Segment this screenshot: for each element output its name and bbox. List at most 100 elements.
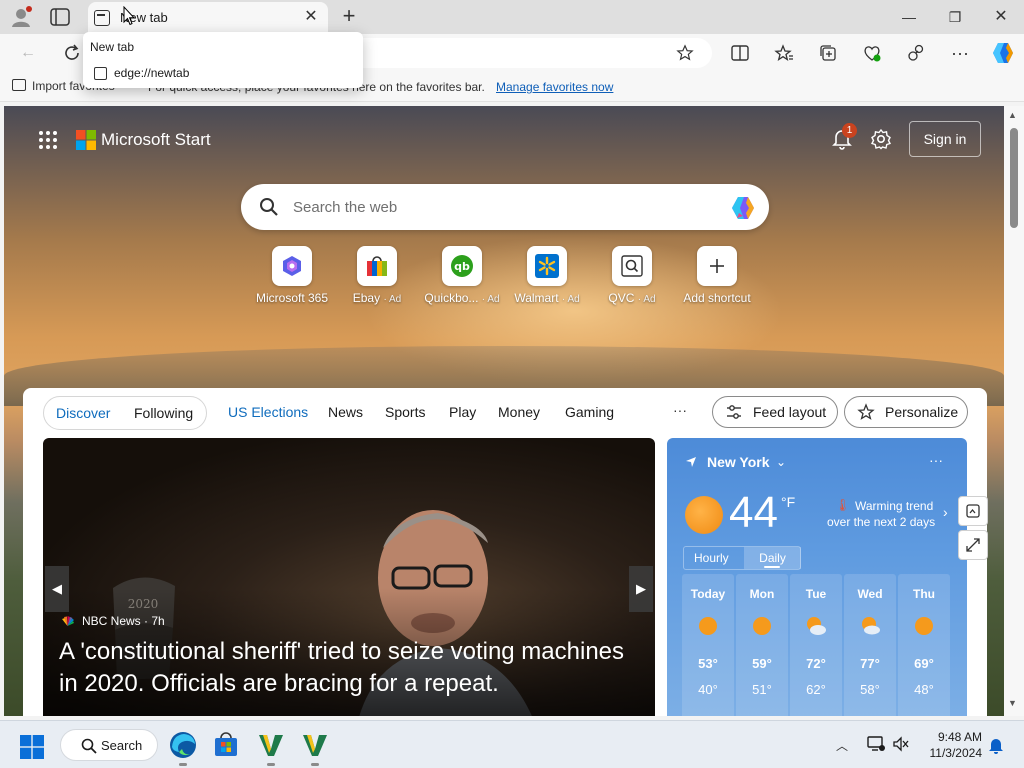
news-feed: Discover Following US Elections News Spo… bbox=[23, 388, 987, 716]
location-chevron-down-icon[interactable]: ⌄ bbox=[776, 455, 786, 469]
clock-date[interactable]: 11/3/2024 bbox=[920, 746, 983, 760]
sun-icon bbox=[685, 496, 723, 534]
minimize-button[interactable]: — bbox=[894, 6, 924, 28]
scrollbar-thumb[interactable] bbox=[1010, 128, 1018, 228]
feed-layout-label: Feed layout bbox=[753, 404, 827, 420]
app-v-icon[interactable] bbox=[299, 729, 331, 761]
network-icon[interactable] bbox=[866, 735, 886, 753]
copilot-search-icon[interactable] bbox=[729, 194, 757, 222]
hero-prev-button[interactable]: ◀ bbox=[45, 566, 69, 612]
forecast-day[interactable]: Today 53° 40° bbox=[682, 574, 734, 716]
forecast-day[interactable]: Mon 59° 51° bbox=[736, 574, 788, 716]
shortcut-tile bbox=[272, 246, 312, 286]
extensions-icon[interactable] bbox=[906, 43, 926, 63]
tab-play[interactable]: Play bbox=[449, 404, 476, 420]
app-v-icon[interactable] bbox=[255, 729, 287, 761]
refresh-icon[interactable] bbox=[62, 43, 82, 63]
forecast-high: 53° bbox=[698, 656, 718, 671]
tab-close-icon[interactable]: ✕ bbox=[302, 8, 320, 26]
sunny-icon bbox=[915, 617, 933, 635]
split-screen-icon[interactable] bbox=[730, 43, 750, 63]
edge-browser-icon[interactable] bbox=[167, 729, 199, 761]
tab-following[interactable]: Following bbox=[134, 405, 193, 421]
clock-time[interactable]: 9:48 AM bbox=[920, 730, 982, 744]
more-options-icon[interactable]: ··· bbox=[950, 43, 970, 63]
tab-money[interactable]: Money bbox=[498, 404, 540, 420]
expand-button[interactable] bbox=[958, 530, 988, 560]
tab-sports[interactable]: Sports bbox=[385, 404, 425, 420]
restore-button[interactable]: ❐ bbox=[940, 6, 970, 28]
favorite-star-icon[interactable] bbox=[676, 44, 694, 62]
partly-cloudy-icon bbox=[862, 617, 880, 635]
tab-gaming[interactable]: Gaming bbox=[565, 404, 614, 420]
shortcut-add[interactable]: Add shortcut bbox=[672, 246, 762, 310]
tooltip-page-icon bbox=[94, 67, 107, 80]
volume-muted-icon[interactable] bbox=[892, 735, 910, 753]
collections-icon[interactable] bbox=[818, 43, 838, 63]
location-arrow-icon bbox=[686, 457, 696, 467]
notification-bell-icon[interactable] bbox=[988, 736, 1004, 754]
hero-age: · 7h bbox=[144, 614, 165, 628]
shortcut-ebay[interactable]: Ebay · Ad bbox=[332, 246, 422, 310]
taskbar-search-label: Search bbox=[101, 738, 143, 753]
page-scrollbar[interactable]: ▲ ▼ bbox=[1004, 106, 1024, 716]
weather-card[interactable]: New York ⌄ ··· 44 °F 🌡 Warming trend ove… bbox=[667, 438, 967, 716]
tab-discover[interactable]: Discover bbox=[56, 405, 110, 421]
shortcut-quickbooks[interactable]: qb Quickbo... · Ad bbox=[417, 246, 507, 310]
shortcut-tile: qb bbox=[442, 246, 482, 286]
hero-news-card[interactable]: 2020 ◀ ▶ NBC News · 7h A 'c bbox=[43, 438, 655, 716]
weather-trend-title: Warming trend bbox=[855, 499, 934, 513]
apps-grid-icon[interactable] bbox=[38, 130, 58, 150]
back-icon[interactable]: ← bbox=[18, 43, 38, 63]
nav-more-button[interactable]: ··· bbox=[673, 402, 687, 418]
save-page-button[interactable] bbox=[958, 496, 988, 526]
hero-next-button[interactable]: ▶ bbox=[629, 566, 653, 612]
copilot-icon[interactable] bbox=[990, 40, 1016, 66]
tab-actions-icon[interactable] bbox=[50, 8, 70, 26]
settings-gear-icon[interactable] bbox=[870, 128, 892, 150]
new-tab-button[interactable]: + bbox=[338, 5, 360, 27]
forecast-day[interactable]: Tue 72° 62° bbox=[790, 574, 842, 716]
hero-headline[interactable]: A 'constitutional sheriff' tried to seiz… bbox=[59, 636, 639, 700]
qvc-icon bbox=[621, 255, 643, 277]
windows-start-icon[interactable] bbox=[20, 735, 44, 759]
feed-layout-button[interactable]: Feed layout bbox=[712, 396, 838, 428]
manage-favorites-link[interactable]: Manage favorites now bbox=[496, 80, 613, 94]
tab-us-elections[interactable]: US Elections bbox=[228, 404, 308, 420]
weather-more-icon[interactable]: ··· bbox=[929, 452, 943, 468]
search-input[interactable] bbox=[293, 194, 713, 220]
scroll-down-icon[interactable]: ▼ bbox=[1008, 698, 1017, 708]
forecast-tabs: Hourly Daily bbox=[683, 546, 801, 570]
shortcut-microsoft-365[interactable]: Microsoft 365 bbox=[247, 246, 337, 310]
scroll-up-icon[interactable]: ▲ bbox=[1008, 110, 1017, 120]
tab-news[interactable]: News bbox=[328, 404, 363, 420]
forecast-day-name: Mon bbox=[749, 587, 775, 601]
taskbar-search[interactable]: Search bbox=[60, 729, 158, 761]
tab-daily[interactable]: Daily bbox=[744, 547, 801, 569]
brand-title[interactable]: Microsoft Start bbox=[101, 130, 211, 150]
favorites-icon[interactable] bbox=[774, 43, 794, 63]
shortcut-tile bbox=[612, 246, 652, 286]
browser-essentials-icon[interactable] bbox=[862, 43, 882, 63]
shortcut-label: Microsoft 365 bbox=[247, 291, 337, 305]
thermometer-icon: 🌡 bbox=[835, 498, 851, 512]
tab-hourly[interactable]: Hourly bbox=[694, 551, 729, 565]
shortcut-walmart[interactable]: Walmart · Ad bbox=[502, 246, 592, 310]
personalize-button[interactable]: Personalize bbox=[844, 396, 968, 428]
weather-location[interactable]: New York bbox=[707, 454, 770, 470]
shortcut-label: Walmart · Ad bbox=[502, 291, 592, 305]
close-window-button[interactable]: ✕ bbox=[986, 6, 1016, 28]
expand-icon bbox=[966, 538, 980, 552]
partly-cloudy-icon bbox=[807, 617, 826, 635]
microsoft-store-icon[interactable] bbox=[210, 729, 242, 761]
chevron-right-icon[interactable]: › bbox=[943, 504, 948, 520]
web-search-box[interactable] bbox=[241, 184, 769, 230]
ad-tag: · Ad bbox=[383, 294, 402, 305]
shortcut-qvc[interactable]: QVC · Ad bbox=[587, 246, 677, 310]
profile-icon[interactable] bbox=[10, 6, 32, 28]
forecast-day[interactable]: Thu 69° 48° bbox=[898, 574, 950, 716]
sign-in-button[interactable]: Sign in bbox=[909, 121, 981, 157]
forecast-day[interactable]: Wed 77° 58° bbox=[844, 574, 896, 716]
show-hidden-icons-chevron-up-icon[interactable]: ︿ bbox=[836, 737, 848, 754]
forecast-high: 77° bbox=[860, 656, 880, 671]
